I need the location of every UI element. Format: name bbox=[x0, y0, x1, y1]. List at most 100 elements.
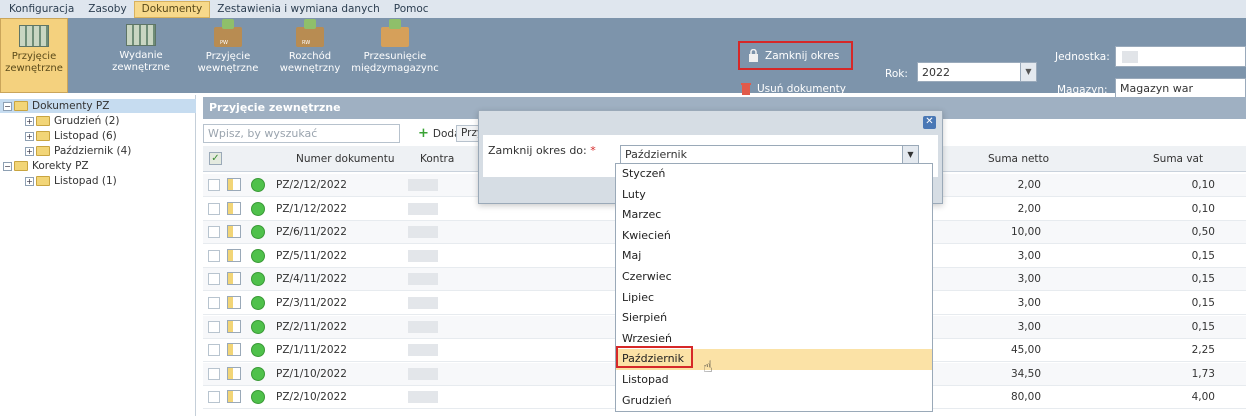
tree-item-label: Listopad (1) bbox=[54, 175, 117, 187]
close-icon[interactable]: ✕ bbox=[923, 116, 936, 129]
dialog-titlebar: ✕ bbox=[479, 111, 942, 133]
box-pw-icon: PW bbox=[214, 19, 242, 47]
sum-vat: 0,15 bbox=[1191, 297, 1215, 309]
rok-value: 2022 bbox=[922, 65, 950, 79]
tree-item[interactable]: + Listopad (1) bbox=[25, 174, 117, 188]
ribbon-przyjecie-zewnetrzne-button[interactable]: Przyjęcie zewnętrzne bbox=[0, 18, 68, 93]
row-checkbox[interactable] bbox=[208, 367, 220, 380]
expand-toggle-icon[interactable]: + bbox=[25, 116, 34, 126]
document-icon[interactable] bbox=[227, 178, 241, 191]
document-number: PZ/2/10/2022 bbox=[276, 391, 347, 404]
ribbon-wydanie-zewnetrzne-button[interactable]: Wydanie zewnętrzne bbox=[96, 18, 186, 93]
row-checkbox[interactable] bbox=[208, 179, 220, 191]
rok-select[interactable]: 2022 ▼ bbox=[917, 62, 1037, 82]
document-icon[interactable] bbox=[227, 366, 241, 380]
row-checkbox[interactable] bbox=[208, 344, 220, 357]
expand-toggle-icon[interactable]: + bbox=[25, 131, 34, 141]
document-icon[interactable] bbox=[227, 296, 241, 309]
dropdown-option[interactable]: Marzec bbox=[616, 205, 932, 226]
ribbon-toolbar: Przyjęcie zewnętrzne Wydanie zewnętrzne PW… bbox=[0, 18, 1246, 99]
ribbon-rozchod-wewnetrzny-button[interactable]: RW Rozchód wewnętrzny bbox=[278, 18, 342, 93]
redacted-contractor bbox=[408, 391, 438, 404]
grid-out-icon bbox=[126, 24, 156, 46]
ribbon-button-label: Przyjęcie zewnętrzne bbox=[5, 51, 63, 74]
transfer-icon bbox=[381, 19, 409, 47]
row-checkbox[interactable] bbox=[208, 297, 220, 309]
sum-netto: 3,00 bbox=[1017, 320, 1041, 333]
document-icon[interactable] bbox=[227, 390, 241, 404]
dropdown-option[interactable]: Lipiec bbox=[616, 288, 932, 309]
sum-vat: 0,15 bbox=[1191, 273, 1215, 286]
ribbon-przesuniecie-button[interactable]: Przesunięcie międzymagazync bbox=[345, 18, 445, 93]
document-icon[interactable] bbox=[227, 225, 241, 239]
row-checkbox[interactable] bbox=[208, 202, 220, 215]
magazyn-label: Magazyn: bbox=[1057, 84, 1108, 96]
document-icon[interactable] bbox=[227, 201, 241, 215]
jednostka-label: Jednostka: bbox=[1055, 51, 1110, 63]
ribbon-button-label: Rozchód wewnętrzny bbox=[279, 51, 341, 74]
close-period-select[interactable]: Październik ▼ bbox=[620, 145, 919, 164]
tree-item[interactable]: + Październik (4) bbox=[25, 144, 131, 158]
dropdown-option[interactable]: Kwiecień bbox=[616, 226, 932, 247]
header-number[interactable]: Numer dokumentu bbox=[296, 146, 394, 172]
row-checkbox[interactable] bbox=[208, 226, 220, 239]
zamknij-okres-button[interactable]: Zamknij okres bbox=[738, 41, 853, 70]
ribbon-button-label: Przesunięcie międzymagazync bbox=[351, 51, 439, 74]
dropdown-option[interactable]: Sierpień bbox=[616, 308, 932, 329]
header-vat[interactable]: Suma vat bbox=[1153, 146, 1203, 172]
document-number: PZ/6/11/2022 bbox=[276, 226, 347, 239]
document-number: PZ/1/12/2022 bbox=[276, 202, 347, 215]
folder-icon bbox=[36, 116, 50, 126]
menu-item[interactable]: Zestawienia i wymiana danych bbox=[210, 1, 386, 18]
menu-item[interactable]: Pomoc bbox=[387, 1, 436, 18]
dropdown-option[interactable]: Listopad bbox=[616, 370, 932, 391]
menu-item[interactable]: Dokumenty bbox=[133, 0, 211, 18]
row-checkbox[interactable] bbox=[208, 320, 220, 333]
search-input[interactable]: Wpisz, by wyszukać bbox=[203, 124, 400, 143]
row-checkbox[interactable] bbox=[208, 249, 220, 262]
tree-item[interactable]: + Grudzień (2) bbox=[25, 114, 120, 128]
expand-toggle-icon[interactable]: + bbox=[25, 176, 34, 186]
menu-item[interactable]: Konfiguracja bbox=[2, 1, 81, 18]
document-number: PZ/4/11/2022 bbox=[276, 273, 347, 286]
check-all-checkbox[interactable]: ✓ bbox=[209, 152, 222, 165]
row-checkbox[interactable] bbox=[208, 391, 220, 404]
highlight-box bbox=[616, 346, 693, 368]
tree-item-label: Październik (4) bbox=[54, 145, 132, 157]
header-netto[interactable]: Suma netto bbox=[988, 146, 1049, 172]
dropdown-option[interactable]: Styczeń bbox=[616, 164, 932, 185]
tree-item[interactable]: − Dokumenty PZ bbox=[0, 99, 196, 113]
document-icon[interactable] bbox=[227, 248, 241, 262]
sum-vat: 1,73 bbox=[1191, 367, 1215, 380]
selected-month: Październik bbox=[625, 148, 687, 161]
expand-toggle-icon[interactable]: − bbox=[3, 161, 12, 171]
row-checkbox[interactable] bbox=[208, 273, 220, 286]
zamknij-okres-label: Zamknij okres bbox=[765, 49, 840, 62]
dropdown-option[interactable]: Czerwiec bbox=[616, 267, 932, 288]
redacted-contractor bbox=[408, 179, 438, 191]
document-icon[interactable] bbox=[227, 343, 241, 357]
tree-item[interactable]: + Listopad (6) bbox=[25, 129, 117, 143]
expand-toggle-icon[interactable]: + bbox=[25, 146, 34, 156]
dropdown-option[interactable]: Grudzień bbox=[616, 391, 932, 412]
status-ok-icon bbox=[251, 178, 265, 192]
header-contractor[interactable]: Kontra bbox=[420, 146, 454, 172]
magazyn-select[interactable]: Magazyn war bbox=[1115, 78, 1246, 99]
folder-icon bbox=[36, 131, 50, 141]
dropdown-option[interactable]: Luty bbox=[616, 185, 932, 206]
chevron-down-icon[interactable]: ▼ bbox=[1020, 63, 1036, 81]
document-number: PZ/3/11/2022 bbox=[276, 297, 347, 309]
jednostka-select[interactable] bbox=[1115, 46, 1246, 67]
dropdown-option[interactable]: Maj bbox=[616, 246, 932, 267]
expand-toggle-icon[interactable]: − bbox=[3, 101, 12, 111]
tree-item[interactable]: − Korekty PZ bbox=[3, 159, 89, 173]
menu-item[interactable]: Zasoby bbox=[81, 1, 133, 18]
status-ok-icon bbox=[251, 201, 265, 216]
grid-in-icon bbox=[19, 25, 49, 47]
usun-dokumenty-button[interactable]: Usuń dokumenty bbox=[741, 82, 846, 95]
ribbon-przyjecie-wewnetrzne-button[interactable]: PW Przyjęcie wewnętrzne bbox=[196, 18, 260, 93]
chevron-down-icon[interactable]: ▼ bbox=[902, 146, 918, 163]
document-icon[interactable] bbox=[227, 319, 241, 333]
sum-netto: 3,00 bbox=[1017, 249, 1041, 262]
document-icon[interactable] bbox=[227, 272, 241, 286]
